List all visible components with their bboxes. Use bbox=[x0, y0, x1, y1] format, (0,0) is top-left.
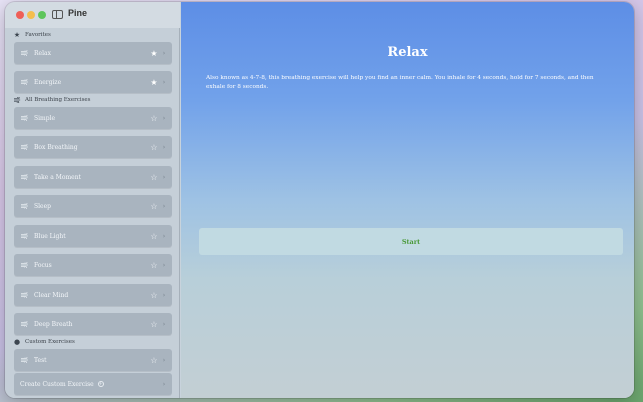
chevron-right-icon: › bbox=[162, 356, 166, 364]
chevron-right-icon: › bbox=[162, 320, 166, 328]
chevron-right-icon: › bbox=[162, 380, 166, 388]
chevron-right-icon: › bbox=[162, 202, 166, 210]
star-outline-icon[interactable]: ☆ bbox=[149, 261, 159, 270]
wind-icon bbox=[21, 50, 29, 56]
sidebar-item-simple[interactable]: Simple ☆ › bbox=[14, 107, 172, 129]
chevron-right-icon: › bbox=[162, 49, 166, 57]
app-title: Pine bbox=[68, 8, 88, 18]
sidebar-item-label: Sleep bbox=[34, 202, 51, 210]
create-custom-exercise-label: Create Custom Exercise bbox=[20, 380, 94, 388]
sidebar-item-label: Deep Breath bbox=[34, 320, 73, 328]
minimize-window-button[interactable] bbox=[27, 11, 35, 19]
sidebar-item-focus[interactable]: Focus ☆ › bbox=[14, 254, 172, 276]
all-exercises-header-label: All Breathing Exercises bbox=[25, 97, 91, 103]
star-outline-icon[interactable]: ☆ bbox=[149, 356, 159, 365]
sidebar-item-label: Energize bbox=[34, 78, 62, 86]
sidebar-item-label: Box Breathing bbox=[34, 143, 78, 151]
wind-icon bbox=[21, 357, 29, 363]
sidebar-item-label: Simple bbox=[34, 114, 56, 122]
person-icon: ● bbox=[13, 338, 21, 346]
titlebar: Pine bbox=[5, 2, 180, 28]
wind-icon bbox=[21, 262, 29, 268]
sidebar-toggle-icon[interactable] bbox=[52, 10, 63, 19]
wind-icon bbox=[21, 321, 29, 327]
chevron-right-icon: › bbox=[162, 232, 166, 240]
favorites-header-label: Favorites bbox=[25, 32, 51, 38]
sidebar-item-label: Focus bbox=[34, 261, 52, 269]
custom-exercises-header-label: Custom Exercises bbox=[25, 339, 75, 345]
chevron-right-icon: › bbox=[162, 291, 166, 299]
sidebar-item-deep-breath[interactable]: Deep Breath ☆ › bbox=[14, 313, 172, 335]
sidebar-item-label: Relax bbox=[34, 49, 51, 57]
chevron-right-icon: › bbox=[162, 173, 166, 181]
star-icon: ★ bbox=[13, 31, 21, 39]
sidebar-item-label: Take a Moment bbox=[34, 173, 81, 181]
exercise-title: Relax bbox=[387, 45, 428, 60]
start-button[interactable]: Start bbox=[199, 228, 623, 255]
sidebar-item-label: Test bbox=[34, 356, 47, 364]
all-exercises-header: All Breathing Exercises bbox=[13, 95, 91, 105]
star-outline-icon[interactable]: ☆ bbox=[149, 291, 159, 300]
star-outline-icon[interactable]: ☆ bbox=[149, 114, 159, 123]
sidebar-item-relax[interactable]: Relax ★ › bbox=[14, 42, 172, 64]
star-filled-icon[interactable]: ★ bbox=[149, 49, 159, 58]
close-window-button[interactable] bbox=[16, 11, 24, 19]
sidebar-item-energize[interactable]: Energize ★ › bbox=[14, 71, 172, 93]
star-outline-icon[interactable]: ☆ bbox=[149, 202, 159, 211]
sidebar-item-label: Blue Light bbox=[34, 232, 66, 240]
wind-icon bbox=[21, 79, 29, 85]
create-custom-exercise-button[interactable]: Create Custom Exercise + › bbox=[14, 373, 172, 395]
chevron-right-icon: › bbox=[162, 143, 166, 151]
wind-icon bbox=[21, 292, 29, 298]
sidebar-item-blue-light[interactable]: Blue Light ☆ › bbox=[14, 225, 172, 247]
wind-icon bbox=[21, 144, 29, 150]
favorites-header: ★ Favorites bbox=[13, 30, 51, 40]
app-window: Pine ★ Favorites Relax ★ › Energize ★ › … bbox=[5, 2, 634, 398]
maximize-window-button[interactable] bbox=[38, 11, 46, 19]
chevron-right-icon: › bbox=[162, 261, 166, 269]
star-outline-icon[interactable]: ☆ bbox=[149, 143, 159, 152]
sidebar-item-box-breathing[interactable]: Box Breathing ☆ › bbox=[14, 136, 172, 158]
wind-icon bbox=[21, 203, 29, 209]
chevron-right-icon: › bbox=[162, 114, 166, 122]
star-outline-icon[interactable]: ☆ bbox=[149, 320, 159, 329]
custom-exercises-header: ● Custom Exercises bbox=[13, 337, 75, 347]
sidebar-item-clear-mind[interactable]: Clear Mind ☆ › bbox=[14, 284, 172, 306]
detail-pane: Relax Also known as 4-7-8, this breathin… bbox=[181, 2, 634, 398]
sidebar-item-test[interactable]: Test ☆ › bbox=[14, 349, 172, 371]
star-filled-icon[interactable]: ★ bbox=[149, 78, 159, 87]
wind-icon bbox=[13, 96, 21, 104]
plus-circle-icon: + bbox=[97, 380, 104, 387]
exercise-description: Also known as 4-7-8, this breathing exer… bbox=[206, 75, 594, 90]
sidebar-item-sleep[interactable]: Sleep ☆ › bbox=[14, 195, 172, 217]
chevron-right-icon: › bbox=[162, 78, 166, 86]
wind-icon bbox=[21, 233, 29, 239]
star-outline-icon[interactable]: ☆ bbox=[149, 232, 159, 241]
wind-icon bbox=[21, 174, 29, 180]
star-outline-icon[interactable]: ☆ bbox=[149, 173, 159, 182]
sidebar: ★ Favorites Relax ★ › Energize ★ › All B… bbox=[5, 28, 180, 398]
sidebar-item-label: Clear Mind bbox=[34, 291, 69, 299]
wind-icon bbox=[21, 115, 29, 121]
sidebar-item-take-a-moment[interactable]: Take a Moment ☆ › bbox=[14, 166, 172, 188]
